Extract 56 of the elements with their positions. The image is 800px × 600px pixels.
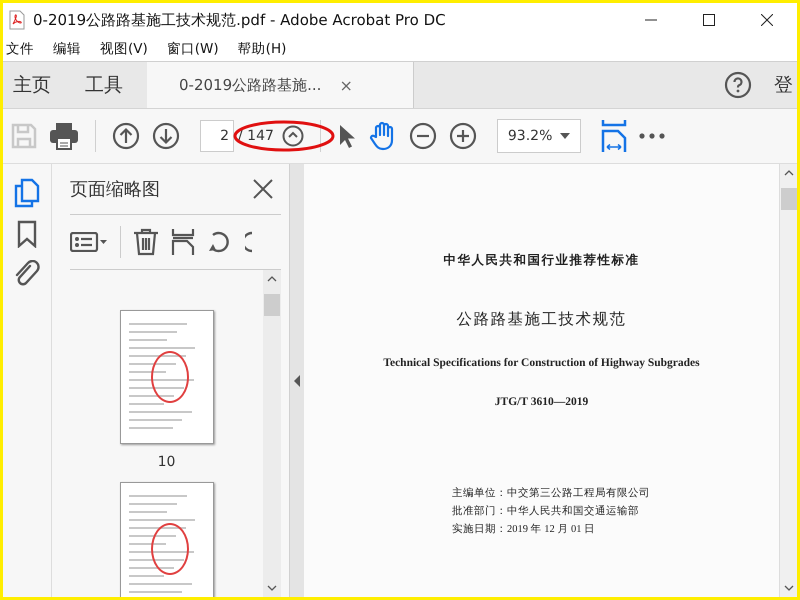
scroll-thumb[interactable] [264,294,280,316]
thumbnail-options-icon[interactable] [70,232,108,252]
collapse-arrow-icon[interactable] [294,374,300,386]
pdf-file-icon [9,10,25,30]
close-icon[interactable] [761,14,773,26]
previous-page-icon[interactable] [112,122,140,150]
scrollbar[interactable] [263,270,281,597]
insert-page-icon[interactable] [171,228,195,256]
more-options-icon[interactable] [638,133,665,139]
zoom-dropdown[interactable]: 93.2% [496,119,581,153]
window-title: 0-2019公路路基施工技术规范.pdf - Adobe Acrobat Pro DC [33,10,446,30]
nav-tab[interactable]: 工具 [75,62,133,108]
close-icon[interactable] [253,179,273,199]
document-english-title: Technical Specifications for Construction of Highway Subgrades [383,357,700,369]
menu-item[interactable]: 窗口(W) [164,40,226,58]
document-info-line: 主编单位：中交第三公路工程局有限公司 [452,486,651,500]
zoom-in-icon[interactable] [448,122,477,150]
scroll-thumb[interactable] [780,188,796,210]
dropdown-caret-icon [560,133,570,139]
help-icon[interactable] [724,71,752,99]
zoom-value: 93.2% [508,128,552,144]
scroll-up-icon[interactable] [267,276,277,282]
sign-in-link[interactable]: 登 [774,72,797,98]
document-code: JTG/T 3610—2019 [494,396,588,408]
next-page-icon[interactable] [152,122,180,150]
scroll-up-icon[interactable] [784,170,794,176]
scroll-down-icon[interactable] [267,585,277,591]
zoom-out-icon[interactable] [408,122,437,150]
document-info-line: 批准部门：中华人民共和国交通运输部 [452,504,640,518]
page-number-label: 10 [158,454,176,470]
page-up-icon[interactable] [282,125,304,147]
document-info-line: 实施日期：2019 年 12 月 01 日 [452,522,596,536]
menu-item[interactable]: 文件 [3,40,41,58]
page-thumbnail[interactable] [120,310,214,444]
scroll-down-icon[interactable] [784,585,794,591]
print-icon[interactable] [49,122,79,150]
menu-item[interactable]: 帮助(H) [234,40,294,58]
bookmark-icon[interactable] [17,220,37,248]
paperclip-icon[interactable] [14,260,40,288]
menu-item[interactable]: 视图(V) [97,40,155,58]
page-thumbnails-icon[interactable] [14,178,40,208]
document-tab[interactable]: 0-2019公路路基施... × [147,62,414,108]
rotate-icon[interactable] [245,229,253,255]
maximize-icon[interactable] [703,14,715,26]
panel-title: 页面缩略图 [70,178,160,201]
document-title: 公路路基施工技术规范 [456,309,626,330]
tab-close-button[interactable]: × [339,76,353,94]
trash-icon[interactable] [133,228,159,256]
scrollbar[interactable] [779,164,797,597]
nav-tab[interactable]: 主页 [3,62,61,108]
document-tab-label: 0-2019公路路基施... [179,76,322,94]
document-subtitle: 中华人民共和国行业推荐性标准 [444,252,640,269]
menu-item[interactable]: 编辑 [50,40,88,58]
page-number-field[interactable]: 2 [200,120,234,152]
page-thumbnail[interactable] [120,482,214,597]
fit-width-icon[interactable] [600,119,627,153]
